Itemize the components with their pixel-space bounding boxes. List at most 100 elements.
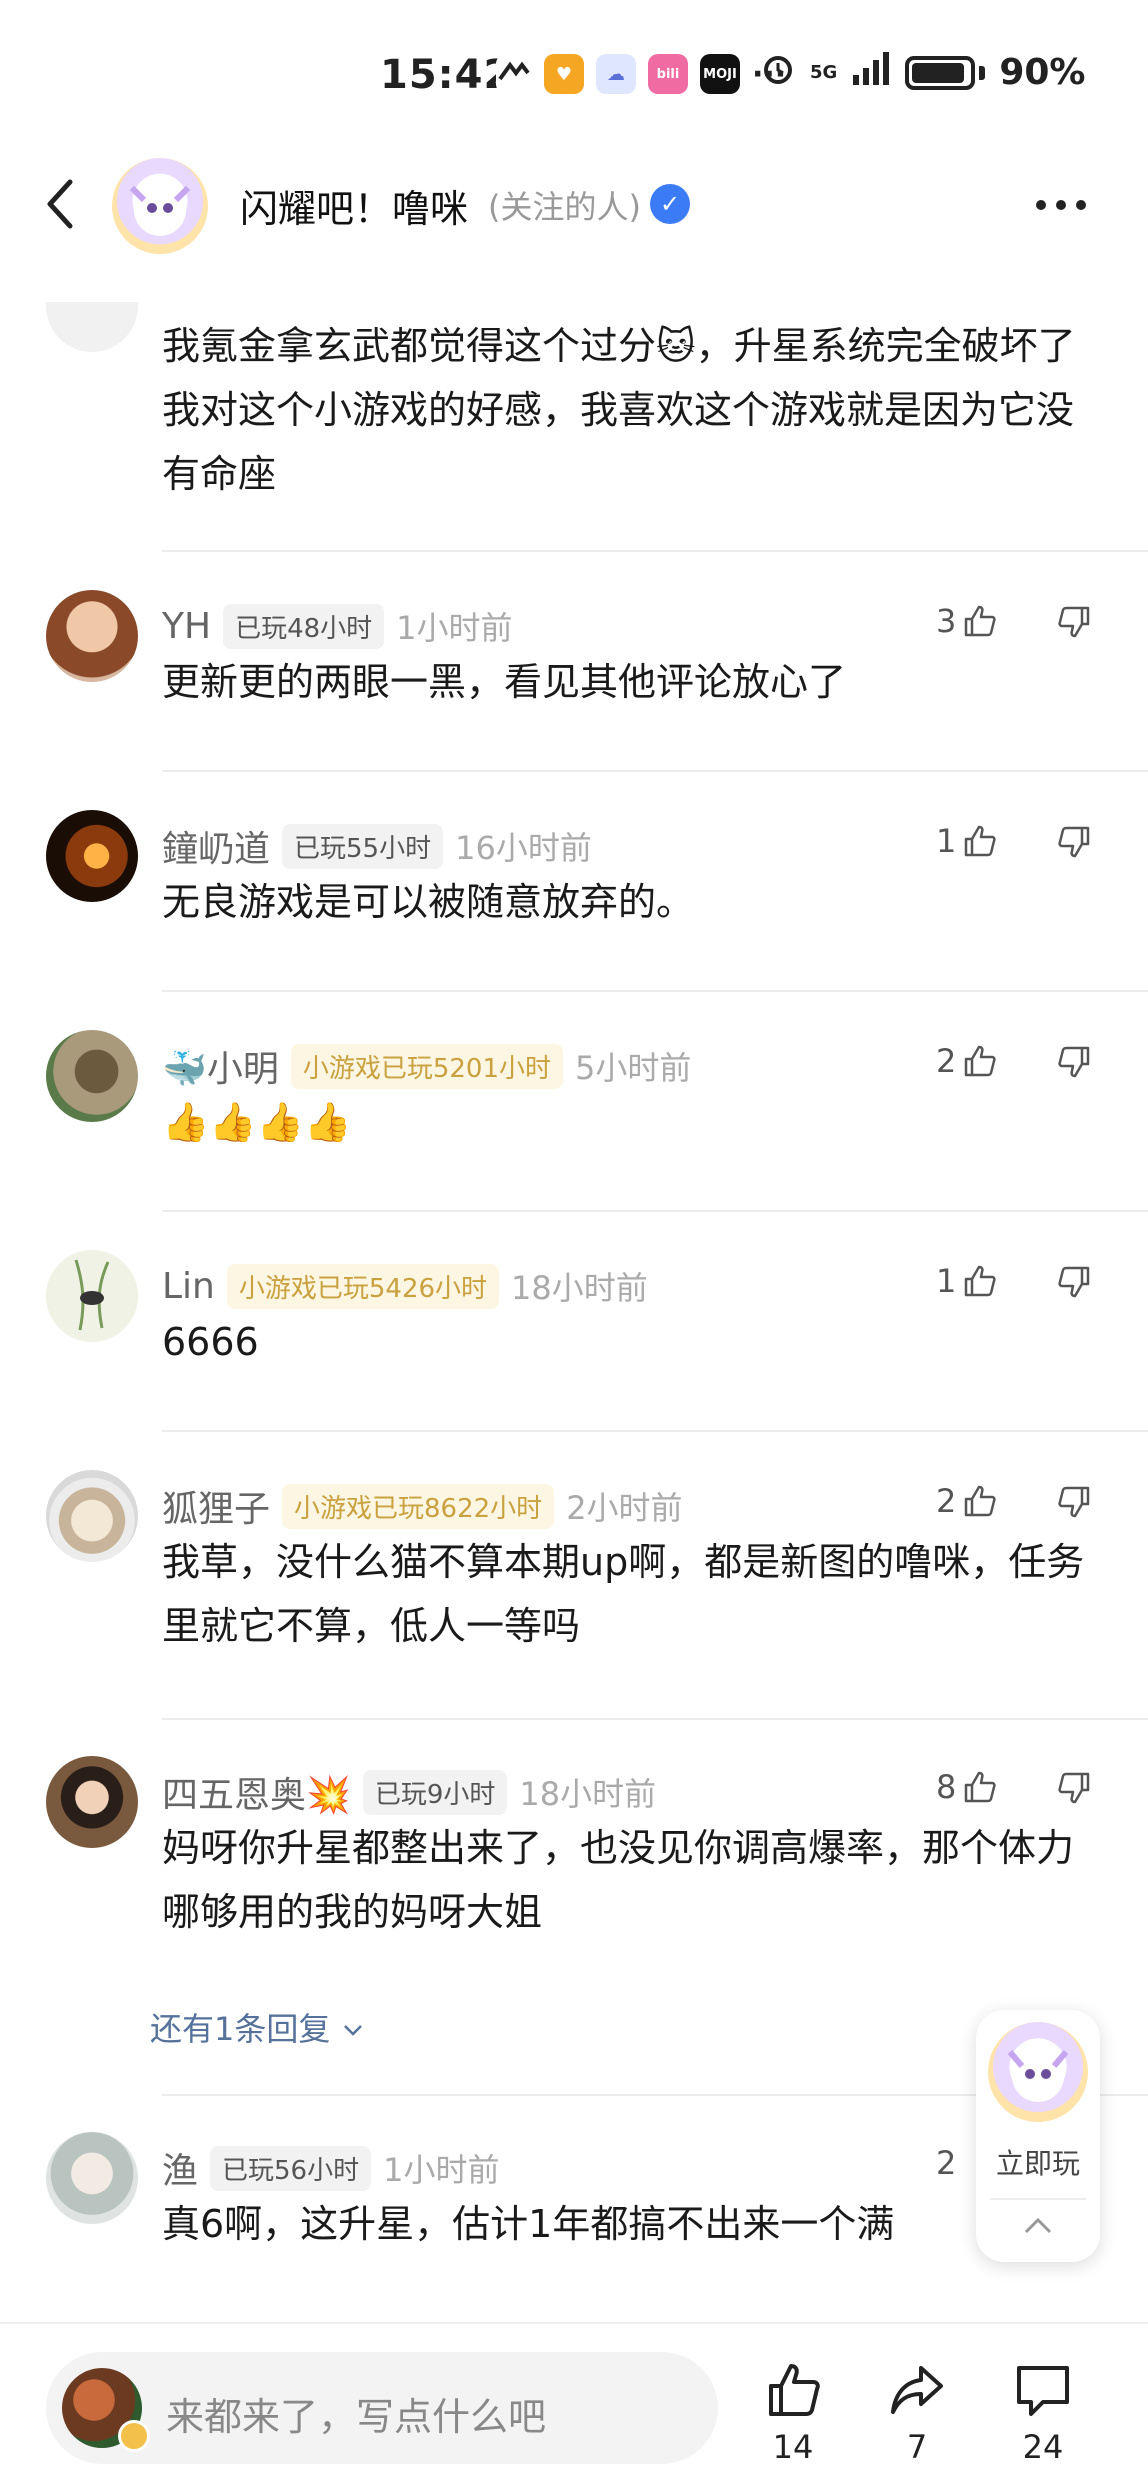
comment-avatar[interactable] (46, 810, 138, 902)
playtime-badge: 小游戏已玩5201小时 (290, 1043, 563, 1089)
like-button[interactable]: 2 (936, 1042, 998, 1080)
comment-username[interactable]: Lin (162, 1266, 215, 1307)
collapse-button[interactable] (1020, 2214, 1056, 2242)
dislike-button[interactable] (1056, 824, 1092, 864)
playtime-badge: 已玩48小时 (223, 603, 385, 649)
like-post-button[interactable]: 14 (748, 2360, 838, 2466)
comment-username[interactable]: 鐘屷道 (162, 820, 270, 872)
more-replies-link[interactable]: 还有1条回复 (150, 2004, 365, 2050)
dislike-button[interactable] (1056, 1770, 1092, 1810)
comment-input[interactable]: 来都来了，写点什么吧 (46, 2352, 718, 2464)
divider (162, 770, 1148, 772)
like-button[interactable]: 3 (936, 602, 998, 640)
comment-icon (1017, 2366, 1069, 2416)
divider (162, 1718, 1148, 1720)
comment-item: 四五恩奥💥 已玩9小时 18小时前 8 妈呀你升星都整出来了，也没见你调高爆率，… (0, 1756, 1148, 1996)
signal-icon (851, 51, 891, 94)
comment-username[interactable]: 狐狸子 (162, 1480, 270, 1532)
status-bar: 15:42 ♥ ☁ bili MOJI ··· 5G 90% (0, 0, 1148, 150)
divider (990, 2198, 1086, 2200)
playtime-badge: 小游戏已玩5426小时 (226, 1263, 500, 1309)
comment-meta: 鐘屷道 已玩55小时 16小时前 (162, 822, 592, 870)
comment-avatar[interactable] (46, 1470, 138, 1562)
comment-avatar[interactable] (46, 590, 138, 682)
verified-icon: ✓ (650, 184, 690, 224)
like-count: 3 (936, 602, 957, 640)
playtime-badge: 已玩55小时 (282, 823, 444, 869)
comment-avatar[interactable] (46, 302, 138, 352)
comment-username[interactable]: 🐳小明 (162, 1040, 279, 1092)
like-button[interactable]: 1 (936, 822, 998, 860)
moji-app-icon: MOJI (700, 54, 740, 94)
like-button[interactable]: 2 (936, 1482, 998, 1520)
comment-avatar[interactable] (46, 2132, 138, 2224)
comment-username[interactable]: 渔 (162, 2142, 198, 2194)
status-time: 15:42 (380, 52, 513, 98)
play-now-label: 立即玩 (995, 2147, 1080, 2180)
comment-text: 我草，没什么猫不算本期up啊，都是新图的噜咪，任务里就它不算，低人一等吗 (162, 1540, 1085, 1648)
badge-icon (118, 2420, 150, 2452)
comments-button[interactable]: 24 (998, 2360, 1088, 2466)
link-app-icon (496, 54, 532, 94)
system-status: 5G 90% (760, 50, 1085, 95)
more-replies-label: 还有1条回复 (150, 2010, 331, 2048)
comment-avatar[interactable] (46, 1030, 138, 1122)
thumbs-up-icon (769, 2364, 820, 2416)
thumbs-up-icon (965, 825, 996, 857)
comment-item: 鐘屷道 已玩55小时 16小时前 1 无良游戏是可以被随意放弃的。 (0, 810, 1148, 990)
like-button[interactable]: 8 (936, 1768, 998, 1806)
page-title[interactable]: 闪耀吧！噜咪 (240, 178, 468, 233)
like-button[interactable]: 2 (936, 2144, 956, 2182)
divider (162, 990, 1148, 992)
divider (162, 1210, 1148, 1212)
comment-time: 1小时前 (396, 609, 513, 647)
bilibili-app-icon: bili (648, 54, 688, 94)
like-count: 2 (936, 2144, 957, 2182)
thumbs-down-icon (1058, 1772, 1090, 1804)
comment-meta: 渔 已玩56小时 1小时前 (162, 2144, 499, 2192)
comment-item: 🐳小明 小游戏已玩5201小时 5小时前 2 👍👍👍👍 (0, 1030, 1148, 1210)
like-count: 14 (772, 2428, 814, 2466)
dislike-button[interactable] (1056, 1044, 1092, 1084)
share-button[interactable]: 7 (872, 2360, 962, 2466)
more-options-button[interactable] (1036, 200, 1086, 210)
comment-text: 👍👍👍👍 (162, 1100, 352, 1144)
comment-meta: YH 已玩48小时 1小时前 (162, 602, 513, 650)
like-button[interactable]: 1 (936, 1262, 998, 1300)
dislike-button[interactable] (1056, 1264, 1092, 1304)
comment-meta: 狐狸子 小游戏已玩8622小时 2小时前 (162, 1482, 683, 1530)
comment-placeholder: 来都来了，写点什么吧 (166, 2395, 547, 2439)
comment-username[interactable]: YH (162, 606, 211, 647)
comment-username[interactable]: 四五恩奥💥 (162, 1766, 351, 1818)
bottom-bar: 来都来了，写点什么吧 14 7 24 (0, 2322, 1148, 2492)
game-avatar (988, 2022, 1088, 2122)
back-button[interactable] (40, 174, 90, 234)
comment-text: 妈呀你升星都整出来了，也没见你调高爆率，那个体力哪够用的我的妈呀大姐 (162, 1826, 1075, 1934)
notification-icons: ♥ ☁ bili MOJI ··· (496, 54, 786, 94)
heart-app-icon: ♥ (544, 54, 584, 94)
dislike-button[interactable] (1056, 1484, 1092, 1524)
chevron-up-icon (1024, 2217, 1052, 2234)
thumbs-down-icon (1058, 1046, 1090, 1078)
comment-text: 无良游戏是可以被随意放弃的。 (162, 880, 695, 924)
thumbs-down-icon (1058, 826, 1090, 858)
comment-text: 更新更的两眼一黑，看见其他评论放心了 (162, 660, 847, 704)
comment-item: 狐狸子 小游戏已玩8622小时 2小时前 2 我草，没什么猫不算本期up啊，都是… (0, 1470, 1148, 1718)
divider (162, 550, 1148, 552)
comment-time: 16小时前 (455, 829, 592, 867)
comment-count: 24 (1022, 2428, 1064, 2466)
comment-avatar[interactable] (46, 1756, 138, 1848)
comment-meta: 四五恩奥💥 已玩9小时 18小时前 (162, 1768, 656, 1816)
play-now-widget[interactable]: 立即玩 (976, 2010, 1100, 2262)
comment-time: 2小时前 (566, 1489, 683, 1527)
comment-time: 1小时前 (383, 2151, 500, 2189)
thumbs-up-icon (965, 1045, 996, 1077)
like-count: 1 (936, 1262, 957, 1300)
battery-tip (979, 65, 986, 80)
like-count: 2 (936, 1042, 957, 1080)
chevron-left-icon (47, 179, 73, 229)
like-count: 1 (936, 822, 957, 860)
comment-avatar[interactable] (46, 1250, 138, 1342)
following-label: (关注的人) (488, 188, 641, 226)
dislike-button[interactable] (1056, 604, 1092, 644)
